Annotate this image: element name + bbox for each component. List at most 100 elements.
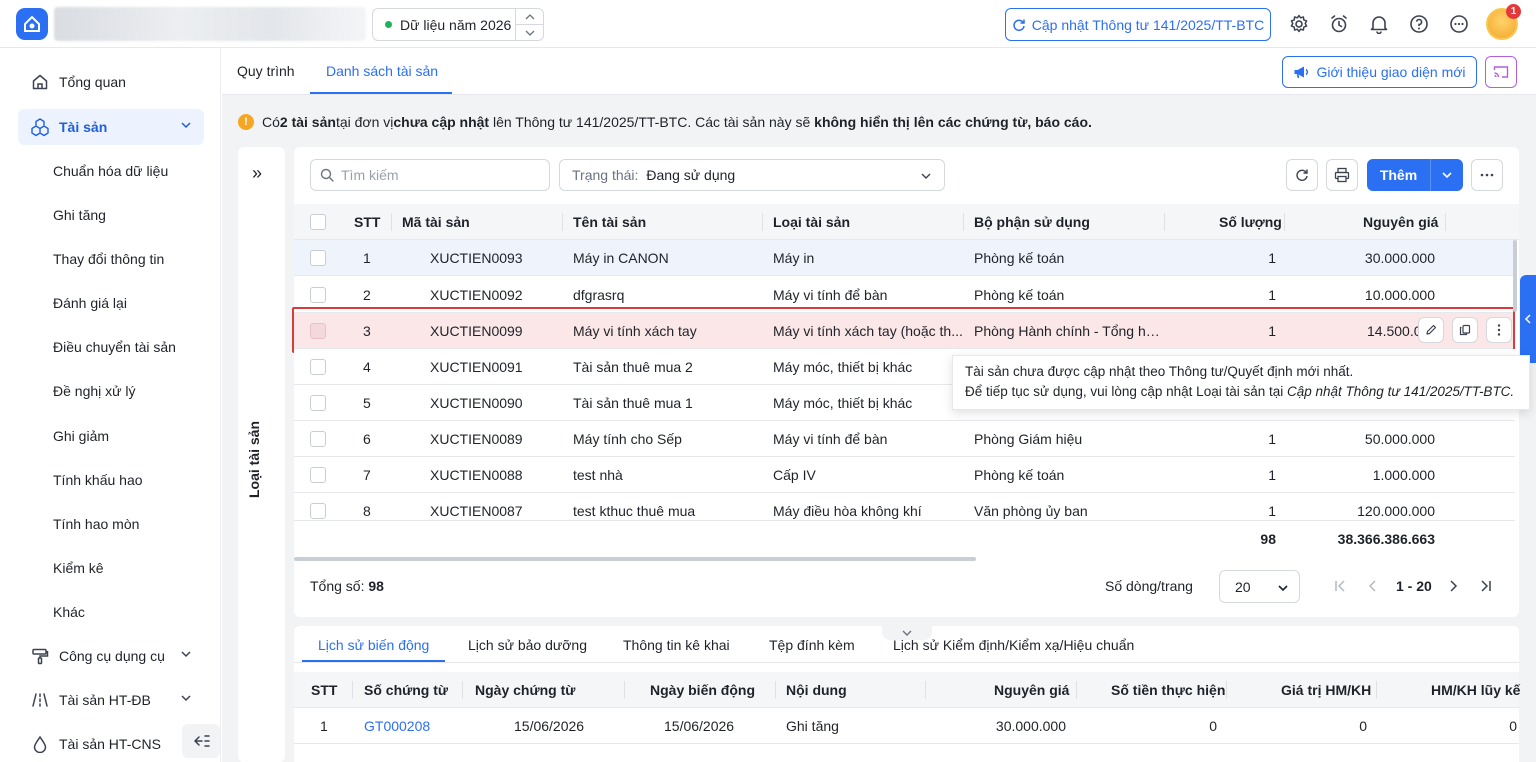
- sidebar-subitem-inventory[interactable]: Kiểm kê: [53, 560, 104, 576]
- row-checkbox[interactable]: [310, 287, 326, 303]
- tab-asset-list[interactable]: Danh sách tài sản: [326, 63, 438, 79]
- help-icon[interactable]: [1407, 12, 1431, 36]
- sidebar-subitem-wear[interactable]: Tính hao mòn: [53, 516, 139, 532]
- tab-maintenance-history[interactable]: Lịch sử bảo dưỡng: [468, 637, 587, 653]
- sidebar-subitem-other[interactable]: Khác: [53, 604, 85, 620]
- column-header-stt[interactable]: STT: [311, 682, 337, 698]
- more-vertical-icon: [1497, 323, 1501, 337]
- column-header-original-price[interactable]: Nguyên giá: [994, 682, 1069, 698]
- next-page-icon[interactable]: [1448, 579, 1458, 593]
- fiscal-year-selector[interactable]: Dữ liệu năm 2026: [372, 8, 544, 41]
- table-row[interactable]: 6 XUCTIEN0089 Máy tính cho Sếp Máy vi tí…: [294, 421, 1515, 457]
- sidebar-subitem-normalize[interactable]: Chuẩn hóa dữ liệu: [53, 163, 168, 179]
- first-page-icon[interactable]: [1334, 579, 1346, 593]
- side-panel-toggle[interactable]: [1520, 275, 1536, 363]
- column-header-content[interactable]: Nội dung: [786, 682, 847, 698]
- chevron-left-icon: [1524, 314, 1532, 324]
- sidebar-item-tools[interactable]: Công cụ dụng cụ: [18, 638, 204, 674]
- sidebar-subitem-revaluate[interactable]: Đánh giá lại: [53, 295, 127, 311]
- previous-page-icon[interactable]: [1368, 579, 1378, 593]
- sidebar-subitem-transfer[interactable]: Điều chuyển tài sản: [53, 339, 176, 355]
- tooltip-link[interactable]: Cập nhật Thông tư 141/2025/TT-BTC.: [1287, 384, 1514, 399]
- column-header-department[interactable]: Bộ phận sử dụng: [974, 214, 1090, 230]
- select-all-checkbox[interactable]: [310, 214, 326, 230]
- edit-row-button[interactable]: [1418, 317, 1444, 343]
- app-logo-icon[interactable]: [16, 8, 48, 40]
- table-row[interactable]: 7 XUCTIEN0088 test nhà Cấp IV Phòng kế t…: [294, 457, 1515, 493]
- asset-category-label[interactable]: Loại tài sản: [246, 421, 262, 498]
- expand-category-panel-button[interactable]: »: [252, 163, 262, 184]
- sidebar-item-water-assets[interactable]: Tài sản HT-CNS: [18, 726, 204, 762]
- column-header-depreciation-value[interactable]: Giá trị HM/KH: [1281, 682, 1371, 698]
- alarm-clock-icon[interactable]: [1327, 12, 1351, 36]
- column-header-name[interactable]: Tên tài sản: [573, 214, 646, 230]
- column-header-code[interactable]: Mã tài sản: [402, 214, 470, 230]
- sidebar-subitem-depreciation[interactable]: Tính khấu hao: [53, 472, 143, 488]
- column-header-accumulated-depreciation[interactable]: HM/KH lũy kế: [1431, 682, 1520, 698]
- refresh-button[interactable]: [1286, 159, 1318, 191]
- row-checkbox[interactable]: [310, 467, 326, 483]
- horizontal-scrollbar[interactable]: [294, 557, 976, 561]
- row-checkbox[interactable]: [310, 431, 326, 447]
- more-options-icon[interactable]: [1447, 12, 1471, 36]
- chevron-down-icon[interactable]: [516, 25, 543, 40]
- tab-declaration-info[interactable]: Thông tin kê khai: [623, 637, 730, 653]
- sidebar-item-overview[interactable]: Tổng quan: [18, 64, 204, 100]
- cell-type: Máy móc, thiết bị khác: [773, 359, 913, 375]
- cell-stt: 6: [363, 431, 371, 447]
- more-actions-button[interactable]: [1471, 159, 1503, 191]
- sidebar-item-assets[interactable]: Tài sản: [18, 109, 204, 145]
- column-header-type[interactable]: Loại tài sản: [773, 214, 850, 230]
- intro-new-ui-button[interactable]: Giới thiệu giao diện mới: [1282, 56, 1477, 88]
- cast-screen-button[interactable]: [1485, 56, 1517, 88]
- row-checkbox[interactable]: [310, 250, 326, 266]
- column-header-amount[interactable]: Số tiền thực hiện: [1111, 682, 1225, 698]
- column-header-doc-date[interactable]: Ngày chứng từ: [475, 682, 575, 698]
- table-row[interactable]: 8 XUCTIEN0087 test kthuc thuê mua Máy đi…: [294, 493, 1515, 520]
- tab-attachments[interactable]: Tệp đính kèm: [769, 637, 855, 653]
- column-header-quantity[interactable]: Số lượng: [1219, 214, 1282, 230]
- add-asset-button[interactable]: Thêm: [1367, 159, 1463, 191]
- total-price: 38.366.386.663: [1337, 531, 1435, 547]
- year-spinner[interactable]: [515, 9, 543, 40]
- tab-process[interactable]: Quy trình: [237, 63, 295, 79]
- tab-inspection-history[interactable]: Lịch sử Kiểm định/Kiểm xạ/Hiệu chuẩn: [893, 637, 1134, 653]
- status-filter-select[interactable]: Trạng thái: Đang sử dụng: [559, 159, 945, 191]
- row-more-button[interactable]: [1486, 317, 1512, 343]
- row-checkbox[interactable]: [310, 503, 326, 519]
- notice-text-2: tại đơn vị: [335, 114, 394, 130]
- sidebar-subitem-increase[interactable]: Ghi tăng: [53, 207, 106, 223]
- column-header-original-price[interactable]: Nguyên giá: [1363, 214, 1438, 230]
- sidebar-subitem-proposal[interactable]: Đề nghị xử lý: [53, 383, 136, 399]
- vertical-scrollbar[interactable]: [1513, 240, 1517, 312]
- doc-number-link[interactable]: GT000208: [364, 718, 430, 734]
- collapse-sidebar-button[interactable]: [182, 724, 220, 758]
- column-header-doc-number[interactable]: Số chứng từ: [364, 682, 448, 698]
- update-circular-label: Cập nhật Thông tư 141/2025/TT-BTC: [1031, 16, 1265, 33]
- notification-bell-icon[interactable]: [1367, 12, 1391, 36]
- tab-change-history[interactable]: Lịch sử biến động: [318, 637, 429, 653]
- cell-original-price: 30.000.000: [995, 718, 1066, 734]
- rows-per-page-select[interactable]: 20: [1219, 570, 1300, 603]
- search-input[interactable]: Tìm kiếm: [310, 159, 550, 191]
- row-checkbox[interactable]: [310, 395, 326, 411]
- total-count-label: Tổng số:: [310, 578, 369, 594]
- update-circular-button[interactable]: Cập nhật Thông tư 141/2025/TT-BTC: [1005, 8, 1271, 41]
- sidebar-subitem-change-info[interactable]: Thay đổi thông tin: [53, 251, 164, 267]
- column-divider: [1076, 681, 1077, 699]
- sidebar-subitem-decrease[interactable]: Ghi giảm: [53, 428, 109, 444]
- column-header-change-date[interactable]: Ngày biến động: [650, 682, 755, 698]
- chevron-up-icon[interactable]: [516, 9, 543, 25]
- column-header-stt[interactable]: STT: [354, 214, 380, 230]
- chevron-down-icon[interactable]: [1431, 169, 1463, 181]
- chevron-down-icon: [901, 629, 913, 637]
- settings-gear-icon[interactable]: [1287, 12, 1311, 36]
- notice-consequence: không hiển thị lên các chứng từ, báo cáo…: [814, 114, 1092, 130]
- table-row[interactable]: 1 XUCTIEN0093 Máy in CANON Máy in Phòng …: [294, 240, 1515, 276]
- last-page-icon[interactable]: [1480, 579, 1492, 593]
- duplicate-row-button[interactable]: [1452, 317, 1478, 343]
- print-button[interactable]: [1326, 159, 1358, 191]
- sidebar-item-road-assets[interactable]: Tài sản HT-ĐB: [18, 682, 204, 718]
- row-checkbox[interactable]: [310, 359, 326, 375]
- cell-quantity: 1: [1268, 431, 1276, 447]
